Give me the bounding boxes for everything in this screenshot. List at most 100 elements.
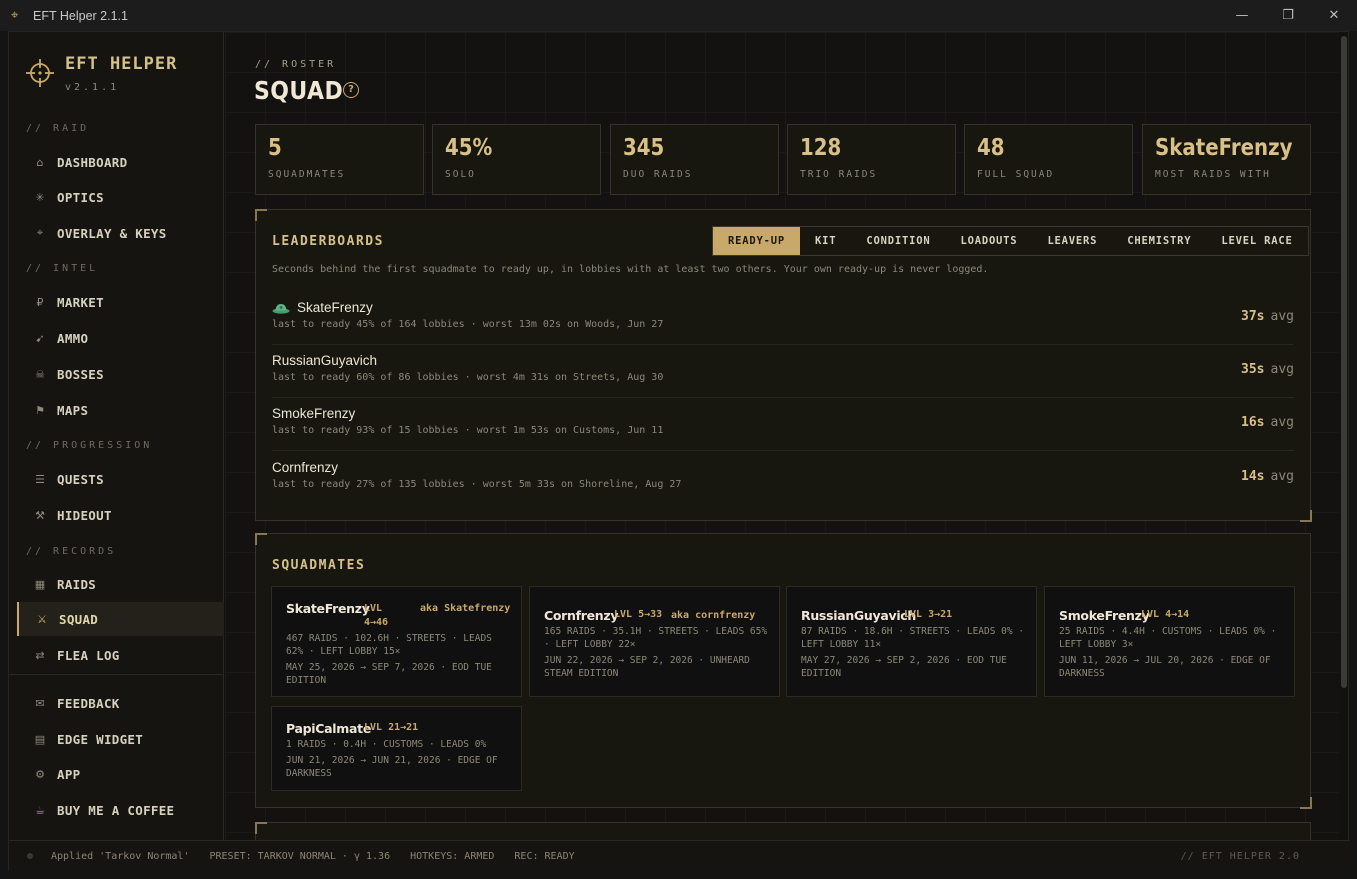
help-icon[interactable]: ?	[343, 82, 359, 98]
squadmate-alias: aka Skatefrenzy	[420, 603, 511, 614]
player-detail: last to ready 93% of 15 lobbies · worst …	[272, 425, 664, 436]
stat-label: SQUADMATES	[268, 169, 346, 180]
squadmate-stats: 165 RAIDS · 35.1H · STREETS · LEADS 65% …	[544, 626, 768, 650]
stat-value: 345	[623, 135, 665, 161]
window-controls: — ❐ ✕	[1219, 0, 1357, 31]
app-version: v2.1.1	[65, 82, 120, 93]
nav-optics[interactable]: ✳ OPTICS	[17, 182, 224, 212]
nav-label: AMMO	[57, 330, 89, 346]
leaderboard-row: Cornfrenzy last to ready 27% of 135 lobb…	[272, 452, 1294, 505]
squadmate-stats: 467 RAIDS · 102.6H · STREETS · LEADS 62%…	[286, 633, 492, 657]
tab-kit[interactable]: KIT	[800, 227, 851, 255]
squadmate-level: LVL 3→21	[904, 609, 953, 620]
player-detail: last to ready 60% of 86 lobbies · worst …	[272, 372, 664, 383]
stat-value: SkateFrenzy	[1155, 135, 1293, 161]
coffee-icon: ☕	[35, 803, 45, 817]
squadmate-card[interactable]: Cornfrenzy LVL 5→33 aka cornfrenzy 165 R…	[529, 586, 780, 697]
widget-icon: ▤	[34, 732, 46, 746]
nav-market[interactable]: ₽ MARKET	[17, 287, 224, 317]
score-unit: avg	[1270, 415, 1294, 430]
sidebar: EFT HELPER v2.1.1 // RAID ⌂ DASHBOARD ✳ OP…	[9, 32, 224, 840]
nav-label: FLEA LOG	[57, 647, 120, 663]
player-name: SkateFrenzy	[272, 300, 373, 315]
crosshair-logo-icon	[26, 59, 54, 87]
nav-flea-log[interactable]: ⇄ FLEA LOG	[17, 640, 224, 670]
tab-loadouts[interactable]: LOADOUTS	[945, 227, 1032, 255]
nav-squad[interactable]: ⚔ SQUAD	[17, 602, 224, 636]
squadmate-level: LVL 4→14	[1141, 609, 1190, 620]
tab-condition[interactable]: CONDITION	[851, 227, 945, 255]
stat-label: MOST RAIDS WITH	[1155, 169, 1271, 180]
tab-chemistry[interactable]: CHEMISTRY	[1112, 227, 1206, 255]
nav-edge-widget[interactable]: ▤ EDGE WIDGET	[17, 724, 224, 754]
nav-hideout[interactable]: ⚒ HIDEOUT	[17, 500, 224, 530]
crosshair-icon: ⌖	[11, 7, 19, 23]
corner-accent	[255, 822, 267, 834]
scrollbar[interactable]	[1341, 36, 1347, 688]
stat-value: 5	[268, 135, 282, 161]
squadmate-card[interactable]: PapiCalmate LVL 21→21 1 RAIDS · 0.4H · C…	[271, 706, 522, 791]
nav-app[interactable]: ⚙ APP	[17, 759, 224, 789]
close-button[interactable]: ✕	[1311, 0, 1357, 31]
nav-maps[interactable]: ⚑ MAPS	[17, 395, 224, 425]
nav-raids[interactable]: ▦ RAIDS	[17, 569, 224, 599]
nav-dashboard[interactable]: ⌂ DASHBOARD	[17, 147, 224, 177]
player-detail: last to ready 27% of 135 lobbies · worst…	[272, 479, 682, 490]
page-title: SQUAD	[254, 76, 344, 105]
tools-icon: ⚒	[35, 508, 45, 522]
section-records: // RECORDS	[26, 546, 117, 557]
stat-squadmates: 5 SQUADMATES	[255, 124, 424, 195]
nav-label: APP	[57, 766, 81, 782]
tab-level-race[interactable]: LEVEL RACE	[1206, 227, 1307, 255]
player-detail: last to ready 45% of 164 lobbies · worst…	[272, 319, 664, 330]
tab-leavers[interactable]: LEAVERS	[1032, 227, 1112, 255]
squadmate-card[interactable]: SmokeFrenzy LVL 4→14 25 RAIDS · 4.4H · C…	[1044, 586, 1295, 697]
squadmate-name: SmokeFrenzy	[1059, 608, 1150, 623]
app-brand: EFT HELPER	[65, 54, 178, 74]
squadmate-card[interactable]: RussianGuyavich LVL 3→21 87 RAIDS · 18.6…	[786, 586, 1037, 697]
nav-label: QUESTS	[57, 471, 104, 487]
grid-icon: ▦	[34, 577, 46, 591]
stat-value: 45%	[445, 135, 493, 161]
stat-full-squad: 48 FULL SQUAD	[964, 124, 1133, 195]
player-score: 14s avg	[1241, 469, 1294, 484]
player-name: SmokeFrenzy	[272, 406, 356, 421]
window-title: EFT Helper 2.1.1	[33, 8, 128, 23]
squadmate-name: PapiCalmate	[286, 721, 371, 736]
leaderboard-tabs: READY-UP KIT CONDITION LOADOUTS LEAVERS …	[712, 226, 1309, 256]
section-progression: // PROGRESSION	[26, 440, 153, 451]
nav-label: OVERLAY & KEYS	[57, 225, 167, 241]
gear-icon: ⚙	[35, 767, 45, 781]
tab-ready-up[interactable]: READY-UP	[713, 227, 800, 255]
nav-label: DASHBOARD	[57, 154, 128, 170]
nav-quests[interactable]: ☰ QUESTS	[17, 464, 224, 494]
player-score: 37s avg	[1241, 309, 1294, 324]
score-value: 37s	[1241, 309, 1265, 324]
stat-label: TRIO RAIDS	[800, 169, 878, 180]
minimize-button[interactable]: —	[1219, 0, 1265, 31]
section-intel: // INTEL	[26, 263, 99, 274]
score-unit: avg	[1270, 309, 1294, 324]
stat-duo-raids: 345 DUO RAIDS	[610, 124, 779, 195]
optics-icon: ✳	[35, 190, 45, 204]
nav-label: MARKET	[57, 294, 104, 310]
status-preset: PRESET: TARKOV NORMAL · γ 1.36	[209, 850, 391, 862]
nav-overlay-keys[interactable]: ⌖ OVERLAY & KEYS	[17, 218, 224, 248]
nav-feedback[interactable]: ✉ FEEDBACK	[17, 688, 224, 718]
nav-bosses[interactable]: ☠ BOSSES	[17, 359, 224, 389]
squadmate-dates: MAY 27, 2026 → SEP 2, 2026 · EOD TUE EDI…	[801, 655, 1007, 679]
score-value: 14s	[1241, 469, 1265, 484]
nav-buy-coffee[interactable]: ☕ BUY ME A COFFEE	[17, 795, 224, 825]
squadmates-title: SQUADMATES	[272, 558, 366, 573]
restore-button[interactable]: ❐	[1265, 0, 1311, 31]
squadmate-name: SkateFrenzy	[286, 601, 370, 616]
score-value: 35s	[1241, 362, 1265, 377]
leaderboard-description: Seconds behind the first squadmate to re…	[272, 264, 989, 275]
stat-label: DUO RAIDS	[623, 169, 693, 180]
nav-label: HIDEOUT	[57, 507, 112, 523]
ruble-icon: ₽	[36, 295, 44, 309]
nav-ammo[interactable]: ➹ AMMO	[17, 323, 224, 353]
nav-label: BUY ME A COFFEE	[57, 802, 175, 818]
squadmate-card[interactable]: SkateFrenzy LVL 4→46 aka Skatefrenzy 467…	[271, 586, 522, 697]
score-unit: avg	[1270, 362, 1294, 377]
